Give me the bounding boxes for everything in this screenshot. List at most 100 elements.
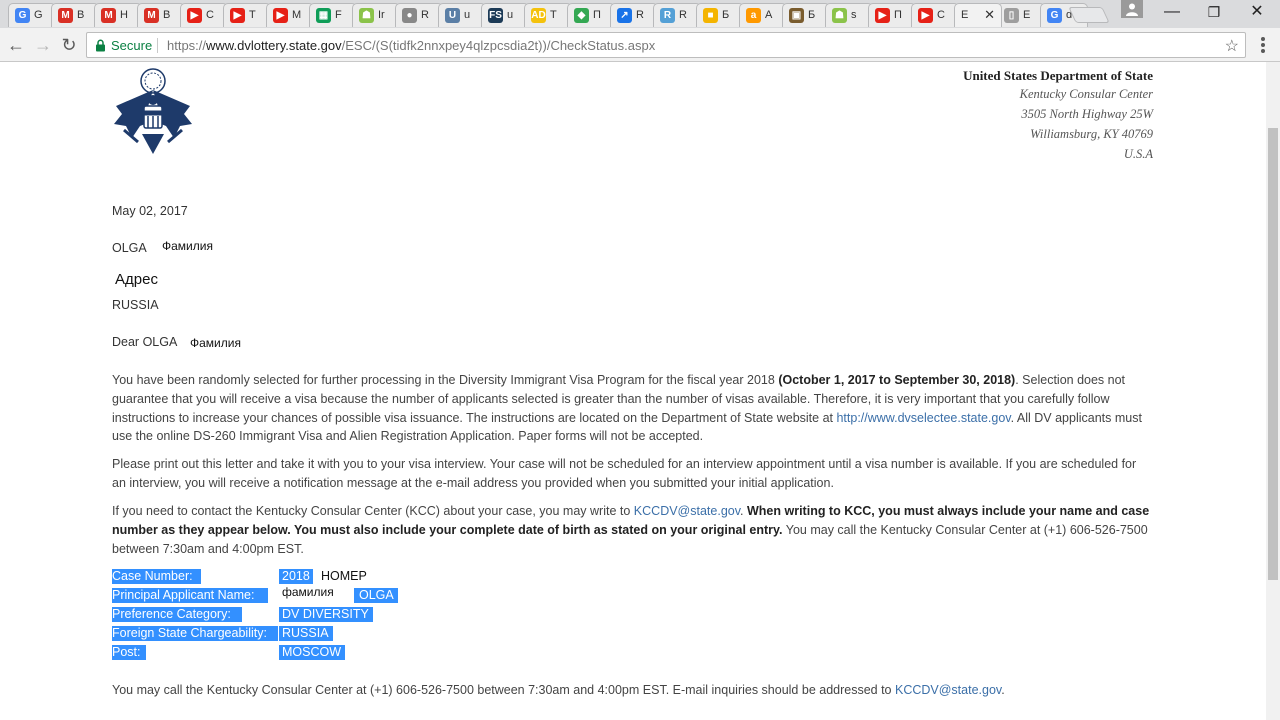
text: . xyxy=(1001,683,1005,697)
browser-tab[interactable]: ● R xyxy=(395,3,443,27)
browser-tab[interactable]: ☗ Ir xyxy=(352,3,400,27)
tab-title: u xyxy=(507,9,514,21)
browser-tab[interactable]: ▶ C xyxy=(911,3,959,27)
tab-favicon-icon: ▦ xyxy=(316,8,331,23)
browser-tab[interactable]: MB xyxy=(51,3,99,27)
greeting: Dear OLGA xyxy=(112,335,178,349)
tab-favicon-icon: ● xyxy=(402,8,417,23)
tab-title: Б xyxy=(808,9,816,21)
lock-icon xyxy=(96,39,105,52)
tab-favicon-icon: ☗ xyxy=(832,8,847,23)
applicant-name-value: OLGA xyxy=(354,588,398,603)
tab-title: T xyxy=(249,9,256,21)
tab-title: П xyxy=(593,9,601,21)
browser-toolbar: ← → ↻ Secure https://www.dvlottery.state… xyxy=(0,28,1280,62)
back-button[interactable]: ← xyxy=(5,34,27,56)
tab-favicon-icon: R xyxy=(660,8,675,23)
browser-tab[interactable]: ■ Б xyxy=(696,3,744,27)
url-text[interactable]: https://www.dvlottery.state.gov/ESC/(S(t… xyxy=(167,38,655,53)
tab-title: R xyxy=(421,9,429,21)
browser-tab[interactable]: ▦ F xyxy=(309,3,357,27)
browser-tab[interactable]: MH xyxy=(94,3,142,27)
forward-button[interactable]: → xyxy=(32,34,54,56)
fiscal-period: (October 1, 2017 to September 30, 2018) xyxy=(778,373,1016,387)
secure-label: Secure xyxy=(111,38,153,53)
tab-title: B xyxy=(163,9,171,21)
tab-favicon-icon: FS xyxy=(488,8,503,23)
browser-menu-icon[interactable] xyxy=(1256,35,1270,55)
recipient-first-name: OLGA xyxy=(112,241,147,255)
browser-tab[interactable]: ▶ T xyxy=(223,3,271,27)
text: . xyxy=(740,504,747,518)
applicant-name-label: Principal Applicant Name: xyxy=(112,588,268,603)
tab-favicon-icon: ▯ xyxy=(1004,8,1019,23)
tab-title: П xyxy=(894,9,902,21)
browser-tab[interactable]: RR xyxy=(653,3,701,27)
browser-tab[interactable]: AD T xyxy=(524,3,572,27)
close-window-button[interactable]: ✕ xyxy=(1237,0,1277,26)
tab-title: H xyxy=(120,9,128,21)
browser-tab[interactable]: GG xyxy=(8,3,56,27)
paragraph-selection: You have been randomly selected for furt… xyxy=(112,371,1152,446)
tab-favicon-icon: ☗ xyxy=(359,8,374,23)
browser-tab[interactable]: ◆ П xyxy=(567,3,615,27)
address-bar[interactable]: Secure https://www.dvlottery.state.gov/E… xyxy=(86,32,1246,58)
tab-favicon-icon: ▶ xyxy=(230,8,245,23)
vertical-scrollbar[interactable] xyxy=(1266,62,1280,720)
browser-tab[interactable]: FS u xyxy=(481,3,529,27)
new-tab-button[interactable] xyxy=(1068,7,1110,23)
address-line: U.S.A xyxy=(1123,147,1153,161)
browser-tab[interactable]: ↗ R xyxy=(610,3,658,27)
tab-title: F xyxy=(335,9,342,21)
tab-title: Ir xyxy=(378,9,385,21)
browser-tab[interactable]: ▯ E xyxy=(997,3,1045,27)
tab-title: R xyxy=(636,9,644,21)
tab-favicon-icon: ▶ xyxy=(875,8,890,23)
text: You may call the Kentucky Consular Cente… xyxy=(112,683,895,697)
kccdv-email-link[interactable]: KCCDV@state.gov xyxy=(634,504,740,518)
browser-tab[interactable]: ▶ П xyxy=(868,3,916,27)
tab-favicon-icon: ▣ xyxy=(789,8,804,23)
tab-favicon-icon: ▶ xyxy=(273,8,288,23)
browser-tab[interactable]: ▶ M xyxy=(266,3,314,27)
close-tab-icon[interactable]: ✕ xyxy=(984,7,995,23)
browser-tab[interactable]: aA xyxy=(739,3,787,27)
bookmark-star-icon[interactable]: ☆ xyxy=(1225,36,1239,56)
minimize-button[interactable]: — xyxy=(1152,0,1192,26)
text: You have been randomly selected for furt… xyxy=(112,373,779,387)
page-content: United States Department of State Kentuc… xyxy=(0,62,1266,720)
tab-favicon-icon: G xyxy=(1047,8,1062,23)
dvselectee-link[interactable]: http://www.dvselectee.state.gov xyxy=(836,411,1010,425)
browser-tab[interactable]: Uu xyxy=(438,3,486,27)
kccdv-email-link[interactable]: KCCDV@state.gov xyxy=(895,683,1001,697)
browser-tab[interactable]: ☗ s xyxy=(825,3,873,27)
tab-active[interactable]: E ✕ xyxy=(954,3,1002,27)
chargeability-value: RUSSIA xyxy=(279,626,333,641)
tab-favicon-icon: G xyxy=(15,8,30,23)
tab-title: Б xyxy=(722,9,730,21)
tab-title: E xyxy=(1023,9,1031,21)
browser-tab[interactable]: MB xyxy=(137,3,185,27)
post-value: MOSCOW xyxy=(279,645,346,660)
url-path: /ESC/(S(tidfk2nnxpey4qlzpcsdia2t))/Check… xyxy=(341,38,656,53)
case-number-hw: НОМЕР xyxy=(321,569,367,583)
department-name: United States Department of State xyxy=(963,68,1153,83)
profile-icon[interactable] xyxy=(1121,0,1143,18)
reload-button[interactable]: ↻ xyxy=(58,34,80,56)
address-line: Kentucky Consular Center xyxy=(1019,87,1153,101)
scrollbar-thumb[interactable] xyxy=(1268,128,1278,580)
tab-favicon-icon: ↗ xyxy=(617,8,632,23)
address-line: Williamsburg, KY 40769 xyxy=(1030,127,1153,141)
post-label: Post: xyxy=(112,645,146,660)
tab-title: G xyxy=(34,9,43,21)
recipient-address: Адрес xyxy=(115,271,158,288)
tab-favicon-icon: ■ xyxy=(703,8,718,23)
browser-tab[interactable]: ▶ C xyxy=(180,3,228,27)
tab-favicon-icon: ◆ xyxy=(574,8,589,23)
browser-tab[interactable]: ▣ Б xyxy=(782,3,830,27)
tab-favicon-icon: U xyxy=(445,8,460,23)
restore-button[interactable]: ❐ xyxy=(1194,0,1234,26)
text: If you need to contact the Kentucky Cons… xyxy=(112,504,634,518)
tab-favicon-icon: M xyxy=(58,8,73,23)
url-host: www.dvlottery.state.gov xyxy=(206,38,342,53)
